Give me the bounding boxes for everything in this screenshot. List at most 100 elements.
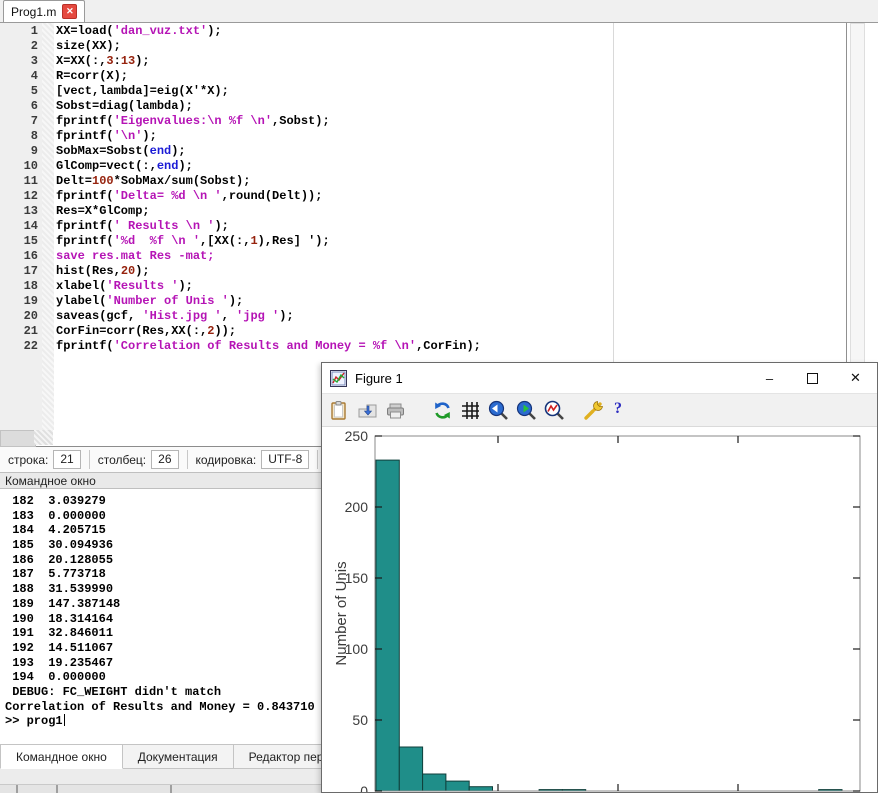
code-token: xlabel( <box>56 279 106 293</box>
grid-icon[interactable] <box>460 400 481 421</box>
code-line[interactable]: 1 XX=load('dan_vuz.txt'); <box>0 24 846 39</box>
code-text: GlComp=vect(:,end); <box>38 159 193 174</box>
code-line[interactable]: 22fprintf('Correlation of Results and Mo… <box>0 339 846 354</box>
line-number: 1 <box>0 24 38 39</box>
code-text: SobMax=Sobst(end); <box>38 144 186 159</box>
code-token: ); <box>142 129 156 143</box>
code-token: hist(Res, <box>56 264 121 278</box>
code-line[interactable]: 21CorFin=corr(Res,XX(:,2)); <box>0 324 846 339</box>
code-token: 100 <box>92 174 114 188</box>
autoscale-icon[interactable] <box>544 400 565 421</box>
minimize-button[interactable]: – <box>748 363 791 393</box>
code-token: 'Eigenvalues:\n %f \n' <box>114 114 272 128</box>
code-token: '\n' <box>114 129 143 143</box>
code-line[interactable]: 9SobMax=Sobst(end); <box>0 144 846 159</box>
code-token: ,[XX(:, <box>200 234 250 248</box>
refresh-icon[interactable] <box>432 400 453 421</box>
code-text: hist(Res,20); <box>38 264 150 279</box>
close-button[interactable]: ✕ <box>834 363 877 393</box>
code-token: ); <box>135 264 149 278</box>
print-icon[interactable] <box>385 400 406 421</box>
code-token: , <box>222 309 236 323</box>
code-text: fprintf('Delta= %d \n ',round(Delt)); <box>38 189 322 204</box>
axes-box <box>375 436 860 791</box>
code-line[interactable]: 20saveas(gcf, 'Hist.jpg ', 'jpg '); <box>0 309 846 324</box>
code-token: ); <box>229 294 243 308</box>
code-line[interactable]: 4R=corr(X); <box>0 69 846 84</box>
code-text: CorFin=corr(Res,XX(:,2)); <box>38 324 236 339</box>
zoom-in-icon[interactable] <box>516 400 537 421</box>
code-line[interactable]: 6 Sobst=diag(lambda); <box>0 99 846 114</box>
scrollbar-thumb[interactable] <box>0 430 36 447</box>
help-icon[interactable]: ? <box>611 400 625 421</box>
code-line[interactable]: 10GlComp=vect(:,end); <box>0 159 846 174</box>
maximize-button[interactable] <box>791 363 834 393</box>
line-number: 2 <box>0 39 38 54</box>
code-token: XX=load( <box>56 24 114 38</box>
histogram-bar <box>376 460 399 791</box>
octave-ide: Prog1.m ✕ 1XX=load('dan_vuz.txt');2size(… <box>0 0 878 793</box>
panel-tab[interactable]: Командное окно <box>0 744 123 769</box>
code-token: end <box>157 159 179 173</box>
figure-window: Figure 1 – ✕ <box>321 362 878 793</box>
code-token: Sobst=diag(lambda); <box>56 99 193 113</box>
save-figure-icon[interactable] <box>357 400 378 421</box>
tools-wrench-icon[interactable] <box>583 400 604 421</box>
line-number: 17 <box>0 264 38 279</box>
code-line[interactable]: 3X=XX(:,3:13); <box>0 54 846 69</box>
code-token: Res=X*GlComp; <box>56 204 150 218</box>
code-line[interactable]: 18xlabel('Results '); <box>0 279 846 294</box>
code-token: fprintf( <box>56 219 114 233</box>
code-line[interactable]: 16save res.mat Res -mat; <box>0 249 846 264</box>
code-token: R=corr(X); <box>56 69 128 83</box>
code-token: 'dan_vuz.txt' <box>114 24 208 38</box>
line-number: 6 <box>0 99 38 114</box>
line-number: 11 <box>0 174 38 189</box>
code-line[interactable]: 5[vect,lambda]=eig(X'*X); <box>0 84 846 99</box>
code-token: save res.mat Res -mat; <box>56 249 214 263</box>
figure-title-bar[interactable]: Figure 1 – ✕ <box>322 363 877 394</box>
text-cursor <box>64 714 65 726</box>
code-token: 'Number of Unis ' <box>106 294 228 308</box>
code-token: ,Sobst); <box>272 114 330 128</box>
code-line[interactable]: 8fprintf('\n'); <box>0 129 846 144</box>
code-text: Sobst=diag(lambda); <box>38 99 193 114</box>
code-line[interactable]: 2size(XX); <box>0 39 846 54</box>
code-token: ,CorFin); <box>416 339 481 353</box>
code-token: fprintf( <box>56 339 114 353</box>
code-text: saveas(gcf, 'Hist.jpg ', 'jpg '); <box>38 309 294 324</box>
status-value: UTF-8 <box>261 450 309 469</box>
code-line[interactable]: 15fprintf('%d %f \n ',[XX(:,1),Res] '); <box>0 234 846 249</box>
code-token: ); <box>279 309 293 323</box>
code-token: saveas(gcf, <box>56 309 142 323</box>
code-line[interactable]: 12fprintf('Delta= %d \n ',round(Delt)); <box>0 189 846 204</box>
code-token: ); <box>207 24 221 38</box>
code-text: Delt=100*SobMax/sum(Sobst); <box>38 174 250 189</box>
tab-close-icon[interactable]: ✕ <box>62 4 77 19</box>
code-line[interactable]: 19ylabel('Number of Unis '); <box>0 294 846 309</box>
status-field: строка:21 <box>0 450 89 469</box>
code-text: fprintf('\n'); <box>38 129 157 144</box>
code-text: ylabel('Number of Unis '); <box>38 294 243 309</box>
scrollbar-track[interactable] <box>34 430 53 445</box>
code-line[interactable]: 7fprintf('Eigenvalues:\n %f \n',Sobst); <box>0 114 846 129</box>
copy-clipboard-icon[interactable] <box>329 400 350 421</box>
line-number: 12 <box>0 189 38 204</box>
line-number: 5 <box>0 84 38 99</box>
line-number: 14 <box>0 219 38 234</box>
code-token: ); <box>171 144 185 158</box>
editor-tab-prog1[interactable]: Prog1.m ✕ <box>3 0 85 22</box>
code-line[interactable]: 11Delt=100*SobMax/sum(Sobst); <box>0 174 846 189</box>
code-line[interactable]: 14fprintf(' Results \n '); <box>0 219 846 234</box>
y-axis-label: Number of Unis <box>333 561 350 665</box>
code-token: ),Res] '); <box>258 234 330 248</box>
code-lines: 1XX=load('dan_vuz.txt');2size(XX);3X=XX(… <box>0 24 846 354</box>
zoom-out-icon[interactable] <box>488 400 509 421</box>
code-line[interactable]: 13Res=X*GlComp; <box>0 204 846 219</box>
code-line[interactable]: 17hist(Res,20); <box>0 264 846 279</box>
panel-tab[interactable]: Документация <box>123 744 234 769</box>
code-text: R=corr(X); <box>38 69 128 84</box>
code-token: 'Results ' <box>106 279 178 293</box>
line-number: 7 <box>0 114 38 129</box>
code-token: 1 <box>250 234 257 248</box>
